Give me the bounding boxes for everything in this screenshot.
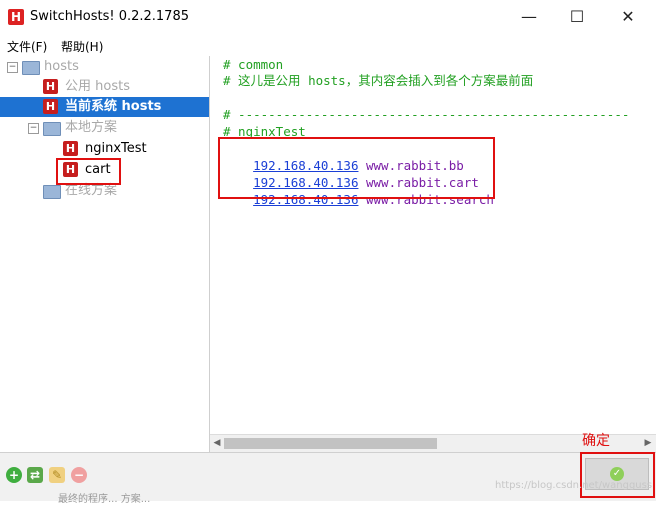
code-line-separator: # --------------------------------------…: [223, 107, 630, 122]
highlight-box-cart: [56, 158, 121, 185]
scroll-right-icon[interactable]: ▶: [642, 437, 654, 450]
hosts-editor[interactable]: # common # 这儿是公用 hosts，其内容会插入到各个方案最前面 # …: [210, 56, 656, 436]
hosts-file-icon: H: [43, 79, 58, 94]
tree-folder-local[interactable]: − 本地方案: [0, 118, 209, 138]
menu-help[interactable]: 帮助(H): [61, 38, 103, 55]
tree-label-local: 本地方案: [65, 120, 118, 135]
add-icon[interactable]: +: [6, 467, 22, 483]
tree-label-public: 公用 hosts: [65, 79, 130, 94]
tree-label-nginxtest: nginxTest: [85, 141, 147, 156]
refresh-icon[interactable]: ⇄: [27, 467, 43, 483]
scroll-left-icon[interactable]: ◀: [211, 437, 223, 450]
minimize-button[interactable]: —: [507, 4, 551, 30]
title-bar: H SwitchHosts! 0.2.2.1785 — ☐ ✕: [0, 0, 656, 34]
hosts-file-icon: H: [63, 141, 78, 156]
watermark-text: https://blog.csdn.net/wangguss: [495, 480, 653, 491]
menu-file[interactable]: 文件(F): [7, 38, 47, 55]
code-line-comment: # 这儿是公用 hosts，其内容会插入到各个方案最前面: [223, 73, 534, 88]
scrollbar-thumb[interactable]: [224, 438, 437, 449]
highlight-box-confirm: [580, 452, 655, 498]
sidebar-tree: − hosts H 公用 hosts H 当前系统 hosts − 本地方案 H…: [0, 56, 210, 452]
folder-icon: [43, 122, 61, 136]
tree-item-public-hosts[interactable]: H 公用 hosts: [0, 77, 209, 97]
tree-item-nginxtest[interactable]: H nginxTest: [0, 139, 209, 159]
highlight-box-entries: [218, 137, 495, 199]
window-title: SwitchHosts! 0.2.2.1785: [30, 9, 189, 24]
background-text: 最终的程序... 方案...: [58, 494, 151, 505]
hosts-file-icon: H: [43, 99, 58, 114]
code-line-comment: # common: [223, 57, 284, 72]
collapse-icon[interactable]: −: [28, 123, 39, 134]
tree-label-current: 当前系统 hosts: [65, 99, 162, 114]
collapse-icon[interactable]: −: [7, 62, 18, 73]
folder-icon: [43, 185, 61, 199]
app-logo-icon: H: [8, 9, 24, 25]
menu-bar: 文件(F) 帮助(H): [0, 34, 656, 56]
tree-item-current-hosts[interactable]: H 当前系统 hosts: [0, 97, 209, 117]
close-button[interactable]: ✕: [606, 4, 650, 30]
delete-icon[interactable]: −: [71, 467, 87, 483]
tree-label-hosts: hosts: [44, 59, 79, 74]
edit-icon[interactable]: ✎: [49, 467, 65, 483]
folder-icon: [22, 61, 40, 75]
maximize-button[interactable]: ☐: [555, 4, 599, 30]
confirm-annotation: 确定: [582, 433, 610, 449]
tree-root-hosts[interactable]: − hosts: [0, 57, 209, 77]
